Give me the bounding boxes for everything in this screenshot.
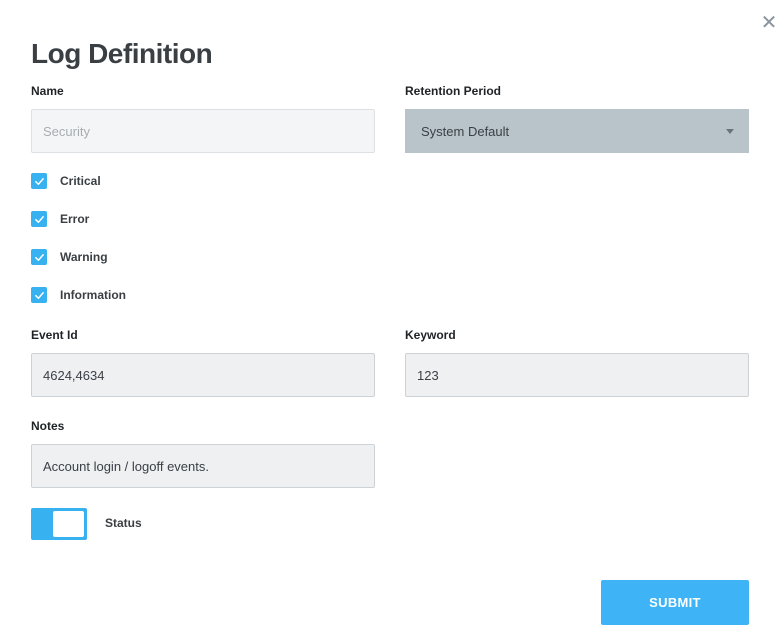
status-toggle[interactable] [31, 508, 87, 540]
checkbox-information-label: Information [60, 288, 126, 302]
name-input[interactable] [31, 109, 375, 153]
dialog-title: Log Definition [31, 38, 213, 69]
checkmark-icon[interactable] [31, 211, 47, 227]
checkbox-warning[interactable]: Warning [31, 249, 108, 265]
close-button[interactable]: ✕ [760, 12, 778, 32]
retention-period-select[interactable]: System Default [405, 109, 749, 153]
checkbox-error-label: Error [60, 212, 90, 226]
retention-period-value: System Default [421, 123, 510, 139]
checkmark-icon[interactable] [31, 249, 47, 265]
checkbox-critical[interactable]: Critical [31, 173, 101, 189]
notes-input[interactable] [31, 444, 375, 488]
toggle-knob [53, 511, 84, 537]
keyword-label: Keyword [405, 328, 456, 342]
keyword-input[interactable] [405, 353, 749, 397]
event-id-label: Event Id [31, 328, 78, 342]
status-label: Status [105, 516, 142, 530]
checkmark-icon[interactable] [31, 287, 47, 303]
name-label: Name [31, 84, 64, 98]
retention-period-label: Retention Period [405, 84, 502, 98]
submit-button[interactable]: SUBMIT [601, 580, 749, 625]
checkbox-information[interactable]: Information [31, 287, 126, 303]
checkbox-warning-label: Warning [60, 250, 108, 264]
chevron-down-icon [726, 128, 734, 134]
checkmark-icon[interactable] [31, 173, 47, 189]
checkbox-critical-label: Critical [60, 174, 101, 188]
checkbox-error[interactable]: Error [31, 211, 89, 227]
event-id-input[interactable] [31, 353, 375, 397]
notes-label: Notes [31, 419, 65, 433]
